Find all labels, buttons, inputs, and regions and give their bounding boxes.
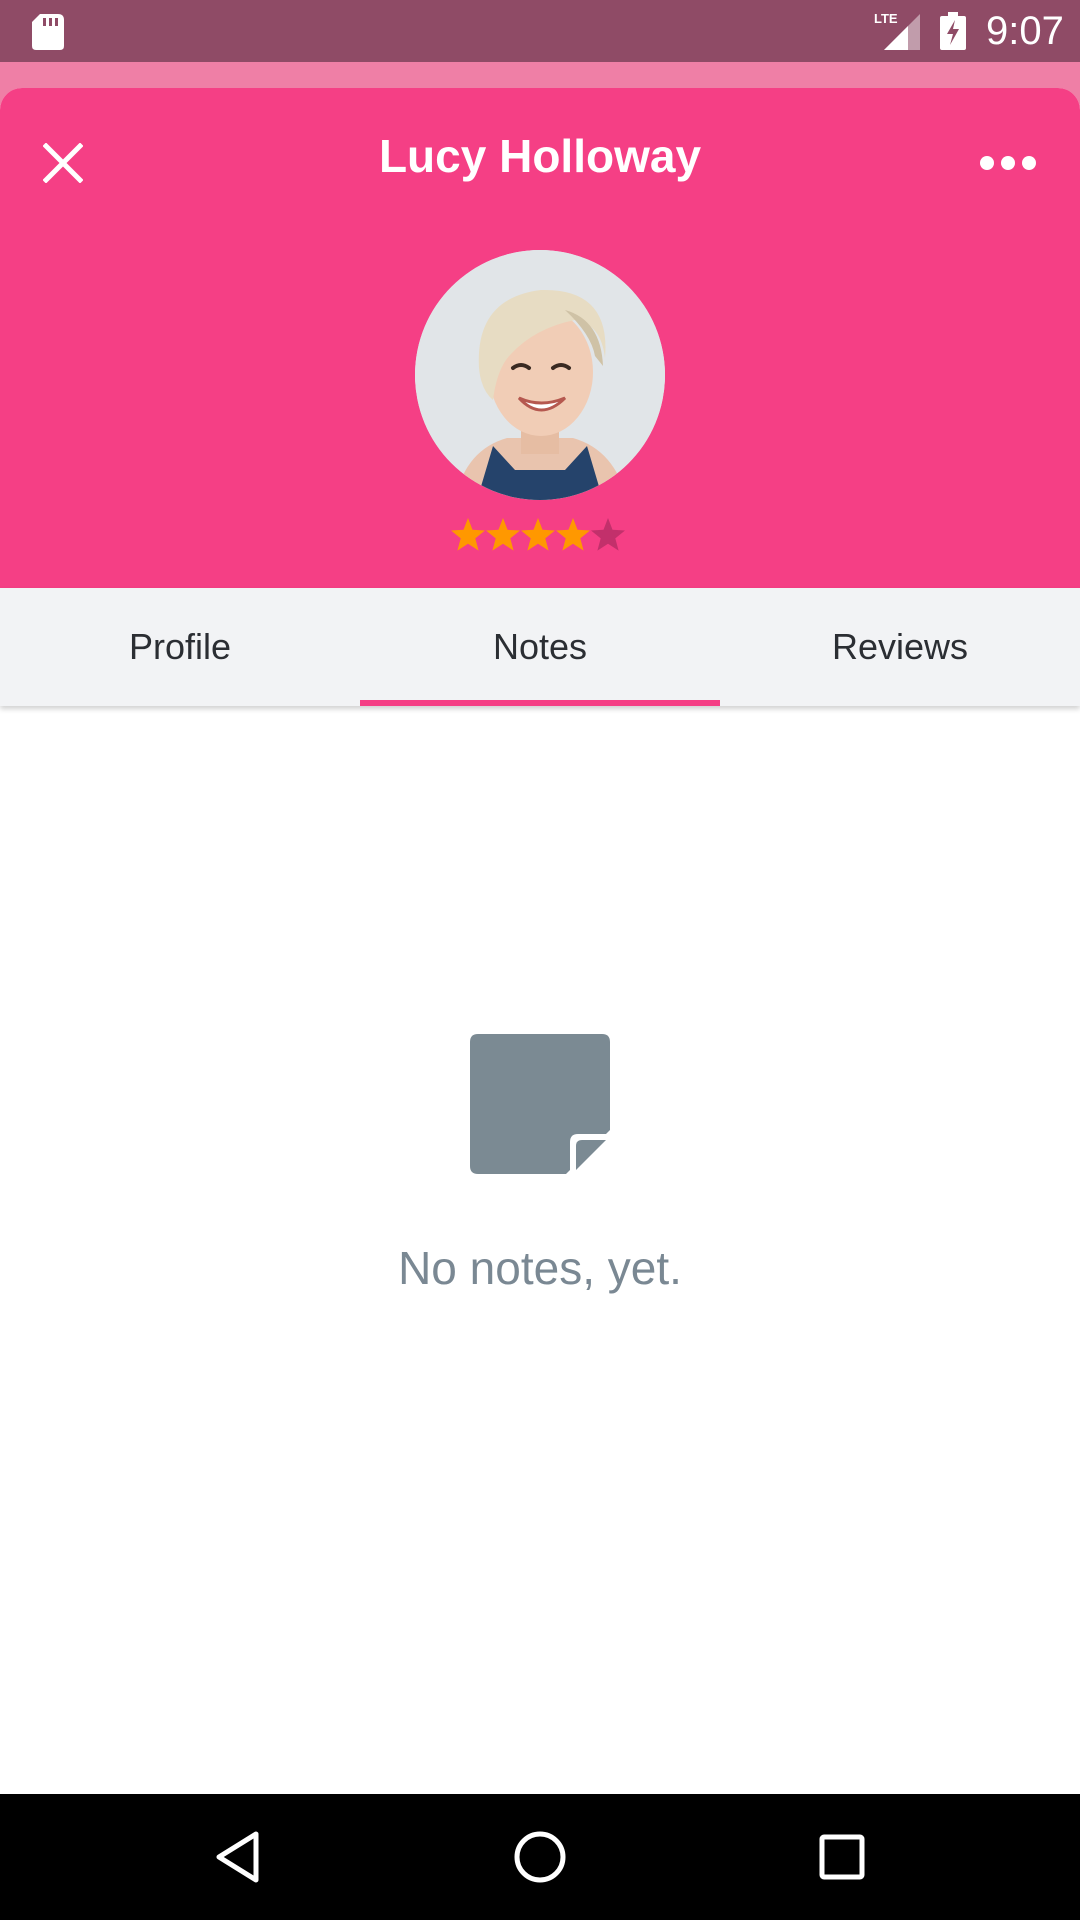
star-icon-3 bbox=[521, 518, 555, 551]
note-icon bbox=[470, 1034, 610, 1174]
tab-notes[interactable]: Notes bbox=[360, 588, 720, 706]
tab-bar: Profile Notes Reviews bbox=[0, 588, 1080, 706]
tab-reviews[interactable]: Reviews bbox=[720, 588, 1080, 706]
tab-indicator bbox=[360, 700, 720, 706]
profile-header: Lucy Holloway bbox=[0, 88, 1080, 588]
battery-charging-icon bbox=[940, 12, 966, 50]
lte-label: LTE bbox=[874, 11, 898, 26]
empty-notes-message: No notes, yet. bbox=[398, 1242, 682, 1294]
sd-card-icon bbox=[32, 14, 64, 50]
clock: 9:07 bbox=[986, 9, 1064, 53]
back-triangle-icon bbox=[216, 1831, 259, 1883]
contact-sheet: Lucy Holloway Profile Notes Reviews No n… bbox=[0, 88, 1080, 1794]
lte-signal-icon: LTE bbox=[874, 11, 920, 50]
status-bar: LTE 9:07 bbox=[0, 0, 1080, 62]
close-button[interactable] bbox=[28, 128, 98, 198]
more-options-button[interactable] bbox=[970, 128, 1046, 198]
tab-profile[interactable]: Profile bbox=[0, 588, 360, 706]
star-icon-4 bbox=[556, 518, 590, 551]
contact-name: Lucy Holloway bbox=[378, 130, 702, 182]
avatar bbox=[415, 250, 665, 500]
star-icon-2 bbox=[486, 518, 520, 551]
avatar-photo bbox=[415, 250, 665, 500]
star-icon-1 bbox=[451, 518, 485, 551]
recents-button[interactable] bbox=[802, 1820, 882, 1894]
home-circle-icon bbox=[514, 1831, 566, 1883]
star-rating bbox=[451, 518, 625, 551]
back-button[interactable] bbox=[198, 1820, 278, 1894]
star-icon-5-empty bbox=[591, 518, 625, 551]
home-button[interactable] bbox=[500, 1820, 580, 1894]
recents-square-icon bbox=[819, 1834, 865, 1880]
more-horizontal-icon bbox=[980, 156, 1036, 170]
navigation-bar bbox=[0, 1794, 1080, 1920]
close-icon bbox=[43, 143, 83, 183]
